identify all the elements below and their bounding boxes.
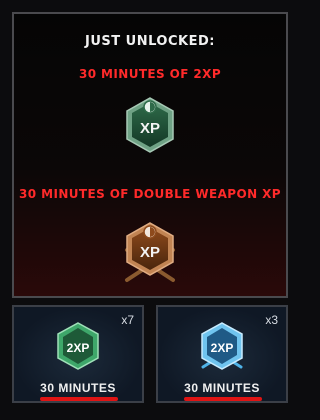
svg-text:XP: XP <box>140 244 160 261</box>
xp-token-icon: XP <box>126 97 174 153</box>
item-duration: 30 MINUTES <box>40 381 116 395</box>
svg-text:2XP: 2XP <box>67 341 90 355</box>
weapon-xp-token-icon: XP <box>125 222 175 282</box>
item-underline <box>40 397 118 401</box>
inventory-item-2xp-weapon[interactable]: x3 2XP 30 MINUTES <box>156 305 288 403</box>
inventory-item-2xp[interactable]: x7 2XP 30 MINUTES <box>12 305 144 403</box>
unlock-screen: JUST UNLOCKED: 30 MINUTES OF 2XP XP 30 M… <box>0 0 300 420</box>
unlock-title: JUST UNLOCKED: <box>85 34 215 49</box>
item-duration: 30 MINUTES <box>184 381 260 395</box>
reward-title-2xp: 30 MINUTES OF 2XP <box>78 67 222 81</box>
unlock-panel: JUST UNLOCKED: 30 MINUTES OF 2XP XP 30 M… <box>12 12 288 298</box>
2xp-token-icon: 2XP <box>57 322 99 370</box>
inventory-row: x7 2XP 30 MINUTES x3 2XP 30 MINUTES <box>12 305 288 405</box>
item-underline <box>184 397 262 401</box>
reward-title-weapon-xp: 30 MINUTES OF DOUBLE WEAPON XP <box>19 187 281 201</box>
svg-text:XP: XP <box>140 120 160 137</box>
2xp-weapon-token-icon: 2XP <box>201 322 243 370</box>
item-count: x7 <box>121 313 134 327</box>
svg-text:2XP: 2XP <box>211 341 234 355</box>
item-count: x3 <box>265 313 278 327</box>
